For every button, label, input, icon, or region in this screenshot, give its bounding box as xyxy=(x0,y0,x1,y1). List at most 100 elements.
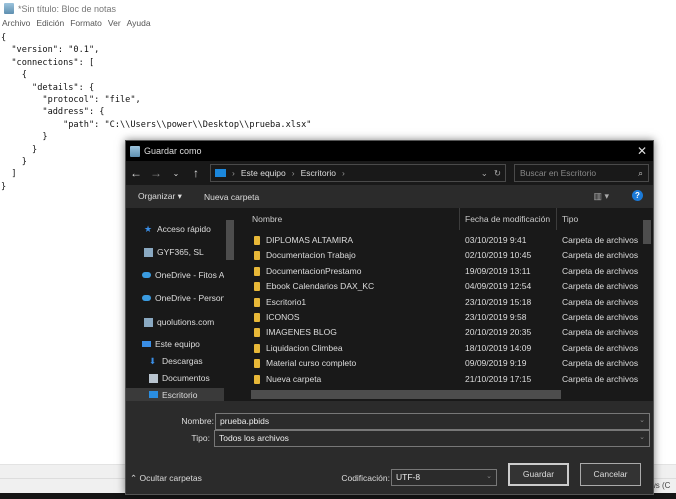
cloud-icon xyxy=(142,272,151,278)
folder-icon xyxy=(254,282,260,292)
file-row[interactable]: Nueva carpeta 21/10/2019 17:15 Carpeta de … xyxy=(236,372,641,387)
dialog-titlebar: Guardar como xyxy=(126,141,653,161)
save-as-dialog: Guardar como ✕ ← → ⌄ ↑ › Este equipo › E… xyxy=(125,140,654,495)
search-input[interactable]: Buscar en Escritorio ⌕ xyxy=(514,164,649,182)
nav-label: Descargas xyxy=(162,356,203,366)
nav-item-onedrive-personal[interactable]: OneDrive - Person xyxy=(142,293,226,303)
notepad-icon xyxy=(4,3,14,14)
file-name: Documentacion Trabajo xyxy=(266,250,356,261)
recent-chevron-icon[interactable]: ⌄ xyxy=(170,169,182,178)
save-button[interactable]: Guardar xyxy=(508,463,569,486)
scrollbar-thumb[interactable] xyxy=(251,390,561,399)
building-icon xyxy=(144,317,153,327)
nav-label: OneDrive - Person xyxy=(155,293,226,303)
menu-edicion[interactable]: Edición xyxy=(36,18,64,32)
file-date: 23/10/2019 9:58 xyxy=(465,312,527,322)
nav-scrollbar-thumb[interactable] xyxy=(226,220,234,260)
nav-item-onedrive-fitos[interactable]: OneDrive - Fitos A xyxy=(142,270,226,280)
column-header-type[interactable]: Tipo xyxy=(562,214,578,224)
column-divider[interactable] xyxy=(556,208,557,230)
file-type: Carpeta de archivos xyxy=(562,312,639,322)
file-name: DIPLOMAS ALTAMIRA xyxy=(266,235,354,245)
file-list-vertical-scrollbar[interactable] xyxy=(641,208,653,388)
file-type: Carpeta de archivos xyxy=(562,358,639,369)
forward-arrow-icon[interactable]: → xyxy=(150,166,162,180)
file-date: 23/10/2019 15:18 xyxy=(465,296,532,307)
filename-input[interactable]: prueba.pbids ⌄ xyxy=(215,413,650,430)
file-name: Escritorio1 xyxy=(266,296,307,307)
nav-item-este-equipo[interactable]: Este equipo xyxy=(142,339,200,349)
menu-ver[interactable]: Ver xyxy=(108,18,121,32)
folder-icon xyxy=(254,266,260,276)
column-header-name[interactable]: Nombre xyxy=(252,214,282,224)
file-type: Carpeta de archivos xyxy=(562,235,639,245)
file-row[interactable]: DocumentacionPrestamo 19/09/2019 13:11 Car… xyxy=(236,264,641,279)
computer-icon xyxy=(142,341,151,347)
file-date: 09/09/2019 9:19 xyxy=(465,358,527,369)
star-icon: ★ xyxy=(144,224,153,234)
column-divider[interactable] xyxy=(459,208,460,230)
folder-icon xyxy=(254,297,260,307)
chevron-down-icon[interactable]: ⌄ xyxy=(639,433,645,441)
nav-item-descargas[interactable]: ⬇ Descargas xyxy=(149,356,203,366)
nav-label: Este equipo xyxy=(155,339,200,349)
file-date: 19/09/2019 13:11 xyxy=(465,265,531,276)
encoding-select[interactable]: UTF-8 ⌄ xyxy=(391,469,497,486)
folder-icon xyxy=(254,359,260,369)
encoding-label: Codificación: xyxy=(341,473,390,483)
nav-label: GYF365, SL xyxy=(157,247,204,257)
file-name: Material curso completo xyxy=(266,358,357,369)
file-row[interactable]: IMAGENES BLOG 20/10/2019 20:35 Carpeta de … xyxy=(236,325,641,340)
file-list-horizontal-scrollbar[interactable] xyxy=(236,388,653,401)
back-arrow-icon[interactable]: ← xyxy=(130,166,142,180)
file-name: IMAGENES BLOG xyxy=(266,327,337,338)
nav-item-quolutions[interactable]: quolutions.com xyxy=(144,317,214,327)
nav-item-documentos[interactable]: Documentos xyxy=(149,373,210,383)
folder-icon xyxy=(254,374,260,384)
filetype-select[interactable]: Todos los archivos ⌄ xyxy=(214,430,650,447)
organize-button[interactable]: Organizar ▾ xyxy=(138,191,182,202)
file-row[interactable]: Escritorio1 23/10/2019 15:18 Carpeta de ar… xyxy=(236,295,641,310)
file-row[interactable]: DIPLOMAS ALTAMIRA 03/10/2019 9:41 Carpeta … xyxy=(236,233,641,248)
new-folder-button[interactable]: Nueva carpeta xyxy=(204,192,259,202)
chevron-right-icon: › xyxy=(232,168,235,178)
up-arrow-icon[interactable]: ↑ xyxy=(190,166,202,180)
cloud-icon xyxy=(142,295,151,301)
desktop-icon xyxy=(149,391,158,398)
folder-icon xyxy=(254,251,260,261)
address-row: ← → ⌄ ↑ › Este equipo › Escritorio › ⌄ ↻… xyxy=(126,161,653,185)
navigation-pane: ★ Acceso rápido GYF365, SL OneDrive - Fit… xyxy=(126,208,236,401)
file-row[interactable]: Documentacion Trabajo 02/10/2019 10:45 Car… xyxy=(236,248,641,263)
file-row[interactable]: Ebook Calendarios DAX_KC 04/09/2019 12:54… xyxy=(236,279,641,294)
view-options-icon[interactable]: ▥ ▾ xyxy=(593,191,609,202)
cancel-button[interactable]: Cancelar xyxy=(580,463,641,486)
breadcrumb-escritorio[interactable]: Escritorio xyxy=(301,168,336,178)
menu-formato[interactable]: Formato xyxy=(70,18,102,32)
file-row[interactable]: Liquidacion Climbea 18/10/2019 14:09 Carpe… xyxy=(236,341,641,356)
menu-archivo[interactable]: Archivo xyxy=(2,18,30,32)
address-dropdown-icon[interactable]: ⌄ xyxy=(481,168,488,179)
nav-item-escritorio[interactable]: Escritorio xyxy=(126,388,224,401)
breadcrumb-este-equipo[interactable]: Este equipo xyxy=(241,168,286,178)
hide-folders-button[interactable]: ⌃ Ocultar carpetas xyxy=(130,473,202,484)
file-name: Nueva carpeta xyxy=(266,373,322,384)
folder-icon xyxy=(254,328,260,338)
file-name: Ebook Calendarios DAX_KC xyxy=(266,281,375,292)
column-header-date[interactable]: Fecha de modificación xyxy=(465,214,550,224)
scrollbar-thumb[interactable] xyxy=(643,220,651,244)
chevron-down-icon[interactable]: ⌄ xyxy=(486,472,492,480)
help-icon[interactable]: ? xyxy=(632,190,643,201)
file-row[interactable]: ICONOS 23/10/2019 9:58 Carpeta de archivos xyxy=(236,310,641,325)
file-type: Carpeta de archivos xyxy=(562,265,639,276)
refresh-icon[interactable]: ↻ xyxy=(494,168,501,179)
address-bar[interactable]: › Este equipo › Escritorio › ⌄ ↻ xyxy=(210,164,506,182)
nav-item-gyf365[interactable]: GYF365, SL xyxy=(144,247,226,257)
menu-ayuda[interactable]: Ayuda xyxy=(127,18,151,32)
close-icon[interactable]: ✕ xyxy=(637,144,647,158)
nav-item-acceso-rapido[interactable]: ★ Acceso rápido xyxy=(144,224,211,234)
file-type: Carpeta de archivos xyxy=(562,296,639,307)
file-row[interactable]: Material curso completo 09/09/2019 9:19 Ca… xyxy=(236,356,641,371)
nav-label: quolutions.com xyxy=(157,317,215,327)
chevron-down-icon[interactable]: ⌄ xyxy=(639,416,645,424)
file-date: 03/10/2019 9:41 xyxy=(465,235,527,245)
